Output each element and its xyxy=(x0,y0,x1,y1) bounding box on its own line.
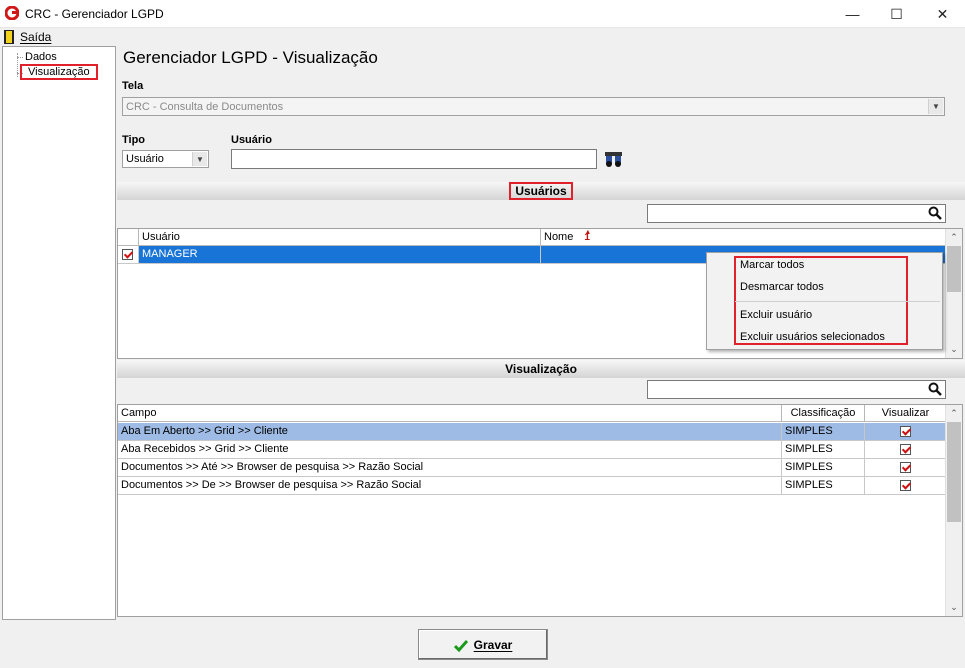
checkbox-column-header xyxy=(118,229,139,246)
column-header-campo[interactable]: Campo xyxy=(118,405,782,422)
checkmark-icon xyxy=(453,639,468,653)
tree-item-dados[interactable]: Dados xyxy=(25,51,57,63)
table-row[interactable]: Aba Em Aberto >> Grid >> Cliente SIMPLES xyxy=(118,423,946,441)
close-button[interactable]: ✕ xyxy=(920,0,965,28)
sort-up-arrow-icon: ▲ xyxy=(584,229,592,236)
usuarios-scrollbar[interactable]: ⌃ ⌄ xyxy=(945,229,962,358)
cell-classificacao: SIMPLES xyxy=(782,441,865,459)
row-checkbox-cell[interactable] xyxy=(118,246,139,264)
exit-door-icon xyxy=(4,30,14,44)
column-header-nome-label: Nome xyxy=(544,231,574,243)
tela-value: CRC - Consulta de Documentos xyxy=(126,101,284,113)
usuarios-search-input[interactable] xyxy=(647,204,946,223)
scrollbar-thumb[interactable] xyxy=(947,422,961,522)
minimize-button[interactable]: — xyxy=(830,0,875,28)
tela-label: Tela xyxy=(122,80,144,92)
scrollbar-thumb[interactable] xyxy=(947,246,961,292)
context-menu: Marcar todos Desmarcar todos Excluir usu… xyxy=(706,252,943,350)
title-bar: CRC - Gerenciador LGPD — ☐ ✕ xyxy=(0,0,965,28)
window-title: CRC - Gerenciador LGPD xyxy=(25,7,164,21)
menu-item-excluir-selecionados[interactable]: Excluir usuários selecionados xyxy=(740,331,885,343)
cell-visualizar[interactable] xyxy=(865,441,946,459)
scroll-down-icon[interactable]: ⌄ xyxy=(946,341,962,358)
scroll-up-icon[interactable]: ⌃ xyxy=(946,229,962,246)
column-header-visualizar[interactable]: Visualizar xyxy=(865,405,946,422)
table-row[interactable]: Documentos >> Até >> Browser de pesquisa… xyxy=(118,459,946,477)
menu-item-desmarcar-todos[interactable]: Desmarcar todos xyxy=(740,281,824,293)
usuario-label: Usuário xyxy=(231,134,272,146)
usuario-input[interactable] xyxy=(231,149,597,169)
chevron-down-icon: ▼ xyxy=(928,99,943,114)
checkbox-checked-icon[interactable] xyxy=(899,479,911,491)
page-title: Gerenciador LGPD - Visualização xyxy=(123,48,378,67)
cell-visualizar[interactable] xyxy=(865,459,946,477)
cell-visualizar[interactable] xyxy=(865,477,946,495)
checkbox-checked-icon[interactable] xyxy=(899,443,911,455)
visualizacao-scrollbar[interactable]: ⌃ ⌄ xyxy=(945,405,962,616)
checkbox-checked-icon[interactable] xyxy=(899,425,911,437)
cell-usuario: MANAGER xyxy=(139,246,541,264)
visualizacao-section-title: Visualização xyxy=(505,362,577,376)
menu-separator xyxy=(735,301,940,302)
tree-connector xyxy=(17,57,23,58)
maximize-button[interactable]: ☐ xyxy=(874,0,919,28)
save-button-label: Gravar xyxy=(473,638,513,652)
navigation-tree: Dados Visualização xyxy=(2,46,116,620)
column-header-visualizar-label: Visualizar xyxy=(881,407,930,419)
cell-visualizar[interactable] xyxy=(865,423,946,441)
tipo-select[interactable]: Usuário ▼ xyxy=(122,150,209,168)
tipo-value: Usuário xyxy=(126,153,164,165)
menu-item-excluir-usuario[interactable]: Excluir usuário xyxy=(740,309,812,321)
tipo-label: Tipo xyxy=(122,134,146,146)
search-icon[interactable] xyxy=(928,206,942,220)
app-logo-icon xyxy=(5,6,19,20)
tree-item-visualizacao[interactable]: Visualização xyxy=(20,64,98,80)
menu-exit[interactable]: Saída xyxy=(20,30,51,44)
sort-indicator: ▲ 1 xyxy=(584,229,591,243)
table-row[interactable]: Documentos >> De >> Browser de pesquisa … xyxy=(118,477,946,495)
cell-campo: Aba Recebidos >> Grid >> Cliente xyxy=(118,441,782,459)
scroll-down-icon[interactable]: ⌄ xyxy=(946,599,962,616)
menu-item-marcar-todos[interactable]: Marcar todos xyxy=(740,259,804,271)
visualizacao-grid: Campo Classificação Visualizar Aba Em Ab… xyxy=(117,404,963,617)
column-header-classificacao-label: Classificação xyxy=(790,407,856,419)
cell-campo: Aba Em Aberto >> Grid >> Cliente xyxy=(118,423,782,441)
save-button[interactable]: Gravar xyxy=(418,629,548,660)
cell-classificacao: SIMPLES xyxy=(782,423,865,441)
column-header-usuario-label: Usuário xyxy=(142,231,180,243)
column-header-campo-label: Campo xyxy=(121,407,157,419)
scroll-up-icon[interactable]: ⌃ xyxy=(946,405,962,422)
checkbox-checked-icon[interactable] xyxy=(122,248,133,260)
usuarios-section-title: Usuários xyxy=(509,182,573,200)
search-icon[interactable] xyxy=(928,382,942,396)
cell-classificacao: SIMPLES xyxy=(782,459,865,477)
cell-classificacao: SIMPLES xyxy=(782,477,865,495)
table-row[interactable]: Aba Recebidos >> Grid >> Cliente SIMPLES xyxy=(118,441,946,459)
cell-campo: Documentos >> De >> Browser de pesquisa … xyxy=(118,477,782,495)
usuarios-section-header: Usuários xyxy=(117,182,965,200)
visualizacao-section-header: Visualização xyxy=(117,360,965,378)
column-header-nome[interactable]: Nome ▲ 1 xyxy=(541,229,946,246)
tela-select[interactable]: CRC - Consulta de Documentos ▼ xyxy=(122,97,945,116)
menu-bar: Saída xyxy=(0,28,965,46)
cell-campo: Documentos >> Até >> Browser de pesquisa… xyxy=(118,459,782,477)
column-header-classificacao[interactable]: Classificação xyxy=(782,405,865,422)
binoculars-search-icon[interactable] xyxy=(605,152,622,167)
visualizacao-search-input[interactable] xyxy=(647,380,946,399)
chevron-down-icon: ▼ xyxy=(192,152,207,166)
checkbox-checked-icon[interactable] xyxy=(899,461,911,473)
column-header-usuario[interactable]: Usuário xyxy=(139,229,541,246)
